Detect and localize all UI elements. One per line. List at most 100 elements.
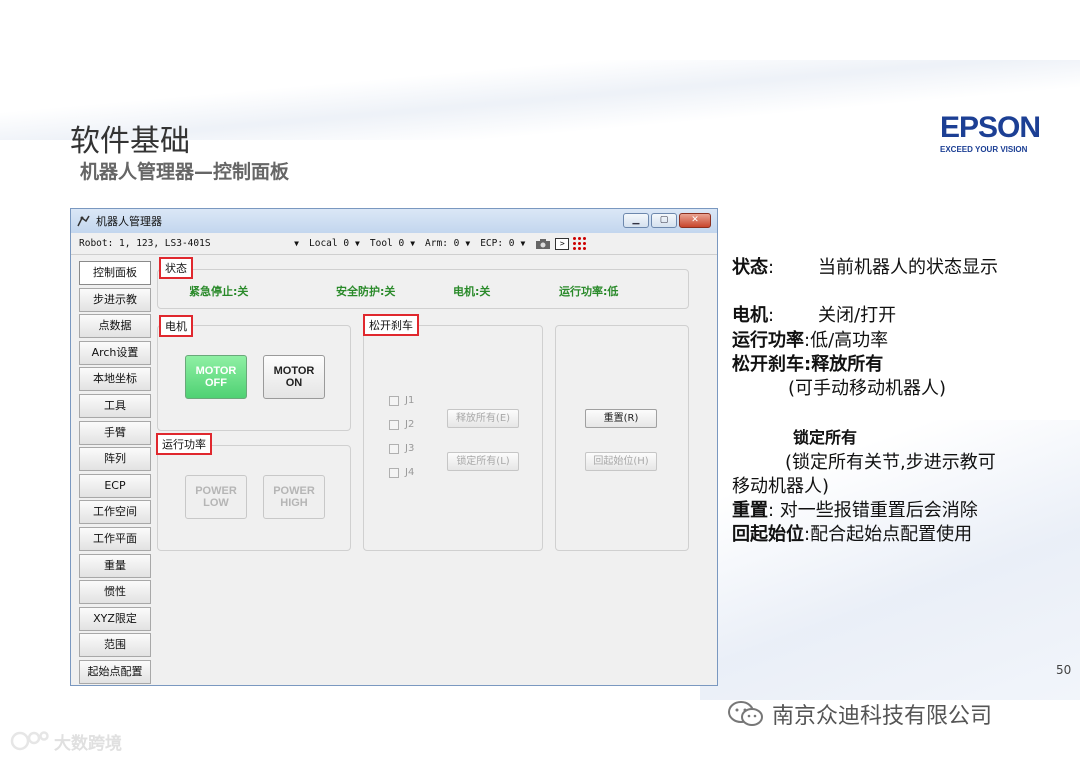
sidebar-item-weight[interactable]: 重量 (79, 553, 151, 578)
desc-brake-text: :释放所有 (804, 354, 884, 375)
watermark-logo-icon (10, 731, 49, 751)
desc-lock-note-1: (锁定所有关节,步进示教可 (785, 452, 996, 473)
status-power: 运行功率:低 (559, 285, 619, 298)
io-monitor-icon[interactable] (573, 237, 587, 250)
sidebar-item-points[interactable]: 点数据 (79, 314, 151, 339)
local-select-value: Local 0 (309, 238, 350, 249)
lock-all-button[interactable]: 锁定所有(L) (447, 452, 519, 471)
sidebar-item-jog-teach[interactable]: 步进示教 (79, 287, 151, 312)
desc-status-colon: : (768, 257, 775, 278)
desc-motor-key: 电机 (732, 305, 768, 326)
sidebar-item-inertia[interactable]: 惯性 (79, 580, 151, 605)
sidebar-item-home-config[interactable]: 起始点配置 (79, 659, 151, 684)
status-emergency-stop: 紧急停止:关 (189, 285, 249, 298)
minimize-icon[interactable]: ▁ (623, 213, 649, 228)
joint-j4-label: J4 (405, 467, 415, 478)
joint-j1-label: J1 (405, 395, 415, 406)
chevron-down-icon: ▼ (520, 239, 526, 248)
epson-logo: EPSON EXCEED YOUR VISION (940, 111, 1044, 155)
joint-j3-label: J3 (405, 443, 415, 454)
joint-j4-checkbox[interactable]: J4 (389, 467, 414, 478)
sidebar-item-control-panel[interactable]: 控制面板 (79, 261, 151, 285)
desc-motor-text: 关闭/打开 (818, 305, 897, 326)
joint-j3-checkbox[interactable]: J3 (389, 443, 414, 454)
reset-group (555, 325, 689, 551)
joint-j2-checkbox[interactable]: J2 (389, 419, 414, 430)
brake-group-label: 松开刹车 (363, 314, 419, 336)
desc-motor: 电机: (732, 301, 774, 327)
power-low-button[interactable]: POWER LOW (185, 475, 247, 519)
page-number: 50 (1056, 663, 1072, 677)
sidebar-item-local[interactable]: 本地坐标 (79, 367, 151, 392)
sidebar-item-ecp[interactable]: ECP (79, 473, 151, 498)
brake-group (363, 325, 543, 551)
chevron-down-icon: ▼ (294, 239, 299, 248)
robot-select-value: Robot: 1, 123, LS3-401S (79, 238, 211, 249)
watermark: 大数跨境 (10, 728, 122, 754)
desc-status: 状态: (732, 253, 774, 279)
command-window-icon[interactable]: > (555, 237, 570, 250)
sidebar: 控制面板 步进示教 点数据 Arch设置 本地坐标 工具 手臂 阵列 ECP 工… (79, 261, 151, 687)
wechat-name: 南京众迪科技有限公司 (772, 704, 993, 729)
power-group-label: 运行功率 (156, 433, 212, 455)
ecp-select-value: ECP: 0 (480, 238, 515, 249)
desc-home: 回起始位:配合起始点配置使用 (732, 520, 972, 546)
sidebar-item-plane[interactable]: 工作平面 (79, 526, 151, 551)
logo-brand: EPSON (940, 111, 1041, 144)
window-title: 机器人管理器 (96, 215, 162, 228)
status-safeguard: 安全防护:关 (336, 285, 396, 298)
motor-on-button[interactable]: MOTOR ON (263, 355, 325, 399)
chevron-down-icon: ▼ (355, 239, 360, 248)
arm-select-value: Arm: 0 (425, 238, 460, 249)
window-titlebar[interactable]: 机器人管理器 ▁ ▢ ✕ (71, 209, 717, 233)
tool-select-value: Tool 0 (369, 238, 405, 249)
status-group-label: 状态 (159, 257, 193, 279)
wechat-account: 南京众迪科技有限公司 (726, 698, 992, 730)
sidebar-item-tool[interactable]: 工具 (79, 393, 151, 418)
desc-motor-colon: : (768, 305, 775, 326)
desc-power: 运行功率:低/高功率 (732, 326, 888, 352)
close-icon[interactable]: ✕ (679, 213, 711, 228)
joint-j1-checkbox[interactable]: J1 (389, 395, 414, 406)
sidebar-item-arm[interactable]: 手臂 (79, 420, 151, 445)
desc-reset-key: 重置 (732, 500, 768, 521)
reset-button[interactable]: 重置(R) (585, 409, 657, 428)
joint-j2-label: J2 (405, 419, 415, 430)
robot-toolbar: Robot: 1, 123, LS3-401S ▼ Local 0 ▼ Tool… (71, 233, 717, 255)
maximize-icon[interactable]: ▢ (651, 213, 677, 228)
camera-icon[interactable] (535, 238, 551, 250)
sidebar-item-arch[interactable]: Arch设置 (79, 340, 151, 365)
desc-lock-note-2: 移动机器人) (732, 476, 830, 497)
logo-tagline: EXCEED YOUR VISION (940, 145, 1028, 154)
desc-power-text: :低/高功率 (804, 330, 889, 351)
robot-manager-window: 机器人管理器 ▁ ▢ ✕ Robot: 1, 123, LS3-401S ▼ L… (70, 208, 718, 686)
home-button[interactable]: 回起始位(H) (585, 452, 657, 471)
desc-power-key: 运行功率 (732, 330, 804, 351)
tool-select[interactable]: Tool 0 ▼ (370, 238, 415, 249)
desc-reset-text: : 对一些报错重置后会消除 (768, 500, 978, 521)
sidebar-item-range[interactable]: 范围 (79, 633, 151, 658)
motor-off-button[interactable]: MOTOR OFF (185, 355, 247, 399)
arm-select[interactable]: Arm: 0 ▼ (425, 238, 470, 249)
desc-home-text: :配合起始点配置使用 (804, 524, 973, 545)
motor-group-label: 电机 (159, 315, 193, 337)
sidebar-item-box[interactable]: 工作空间 (79, 500, 151, 525)
chevron-down-icon: ▼ (410, 239, 416, 248)
desc-home-key: 回起始位 (732, 524, 804, 545)
desc-reset: 重置: 对一些报错重置后会消除 (732, 496, 978, 522)
chevron-down-icon: ▼ (465, 239, 471, 248)
desc-brake: 松开刹车:释放所有 (732, 350, 883, 376)
wechat-icon (728, 701, 763, 726)
status-motor: 电机:关 (453, 285, 491, 298)
release-all-button[interactable]: 释放所有(E) (447, 409, 519, 428)
robot-select[interactable]: Robot: 1, 123, LS3-401S ▼ (79, 238, 299, 249)
sidebar-item-xyz-limit[interactable]: XYZ限定 (79, 606, 151, 631)
local-select[interactable]: Local 0 ▼ (309, 238, 360, 249)
slide-subtitle: 机器人管理器—控制面板 (80, 161, 290, 183)
watermark-text: 大数跨境 (54, 733, 122, 754)
desc-lock-title: 锁定所有 (793, 428, 858, 447)
slide-title: 软件基础 (70, 124, 190, 159)
sidebar-item-pallet[interactable]: 阵列 (79, 447, 151, 472)
ecp-select[interactable]: ECP: 0 ▼ (480, 238, 525, 249)
power-high-button[interactable]: POWER HIGH (263, 475, 325, 519)
